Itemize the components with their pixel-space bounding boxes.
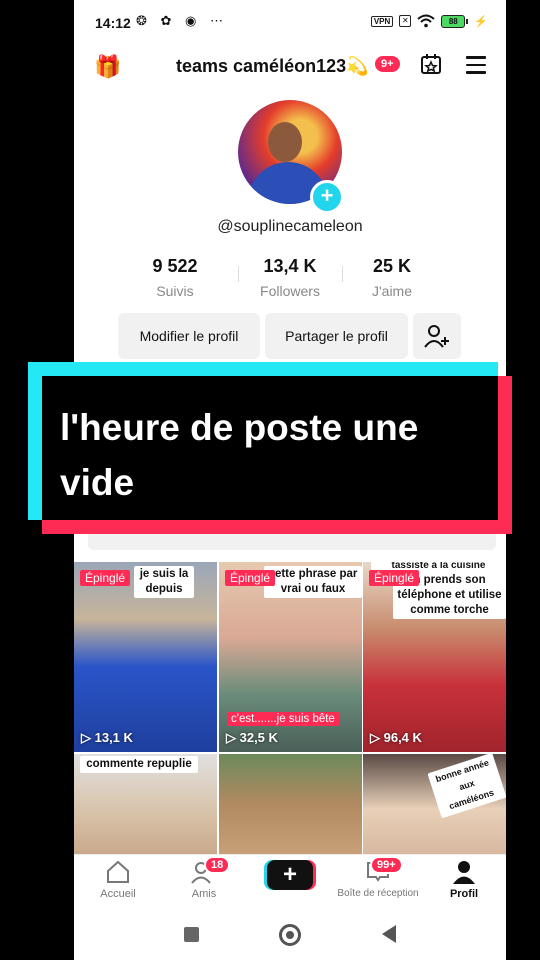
account-notification-badge: 9+ <box>375 56 400 72</box>
system-navigation-bar <box>74 910 506 960</box>
stat-followers[interactable]: 13,4 K Followers <box>240 256 340 299</box>
pinned-badge: Épinglé <box>80 570 131 586</box>
create-button[interactable]: + <box>267 860 313 890</box>
inbox-badge: 99+ <box>370 856 403 874</box>
nav-home[interactable]: Accueil <box>96 859 140 900</box>
video-views-value: 13,1 K <box>94 730 133 745</box>
battery-level: 88 <box>441 14 466 28</box>
profile-icon <box>453 861 475 884</box>
recent-apps-button[interactable] <box>184 927 199 942</box>
video-tile[interactable]: commente repuplie <box>74 754 217 854</box>
video-views-value: 32,5 K <box>239 730 278 745</box>
battery-icon: 88 <box>441 14 469 28</box>
home-icon <box>107 860 129 883</box>
video-caption: bonne année aux caméléons <box>427 754 506 819</box>
share-profile-button[interactable]: Partager le profil <box>265 313 408 359</box>
video-tile[interactable]: bonne année aux caméléons <box>363 754 506 854</box>
charging-icon: ⚡ <box>474 15 488 28</box>
overlay-caption: l'heure de poste une vide <box>60 407 419 503</box>
stat-followers-label: Followers <box>260 283 320 299</box>
pinned-badge: Épinglé <box>369 570 420 586</box>
add-user-icon <box>424 325 449 348</box>
stat-likes[interactable]: 25 K J'aime <box>342 256 442 299</box>
profile-handle: @souplinecameleon <box>217 218 363 235</box>
video-tile[interactable]: cette phrase par vrai ou faux Épinglé c'… <box>219 562 362 752</box>
add-story-icon[interactable]: + <box>310 180 344 214</box>
stat-following[interactable]: 9 522 Suivis <box>125 256 225 299</box>
video-views: ▷ 32,5 K <box>226 730 278 745</box>
video-tile[interactable]: je suis la depuis Épinglé ▷ 13,1 K <box>74 562 217 752</box>
nav-profile-label: Profil <box>449 888 479 900</box>
status-notification-icons: ❂ ✿ ◉ ⋯ <box>136 13 228 28</box>
video-views: ▷ 13,1 K <box>81 730 133 745</box>
video-tile[interactable]: tassiste à la cuisine h prends son télép… <box>363 562 506 752</box>
stat-likes-label: J'aime <box>371 283 413 299</box>
add-friend-button[interactable] <box>413 313 461 359</box>
status-time: 14:12 <box>95 15 131 31</box>
video-caption: je suis la depuis <box>134 566 194 598</box>
stat-likes-value: 25 K <box>372 256 412 276</box>
profile-top-bar: 🎁 teams caméléon123💫 9+ <box>74 46 506 86</box>
nav-profile[interactable]: Profil <box>442 859 486 900</box>
video-tile[interactable] <box>219 754 362 854</box>
video-subtitle: c'est.......je suis bête <box>227 712 339 726</box>
bottom-navigation: Accueil Amis 18 + Boîte de réception 99+… <box>74 854 506 911</box>
vpn-icon: VPN <box>370 15 394 27</box>
account-switcher[interactable]: teams caméléon123💫 <box>176 56 369 77</box>
video-views: ▷ 96,4 K <box>370 730 422 745</box>
nav-inbox-label: Boîte de réception <box>337 888 419 899</box>
nav-home-label: Accueil <box>100 888 136 900</box>
no-sim-icon: ✕ <box>399 15 412 27</box>
text-overlay-banner: l'heure de poste une vide <box>28 362 512 534</box>
status-right: VPN ✕ 88 ⚡ <box>370 14 488 28</box>
video-grid: je suis la depuis Épinglé ▷ 13,1 K cette… <box>74 562 506 854</box>
video-views-value: 96,4 K <box>383 730 422 745</box>
pinned-badge: Épinglé <box>225 570 276 586</box>
friends-badge: 18 <box>204 856 231 874</box>
edit-profile-button[interactable]: Modifier le profil <box>118 313 260 359</box>
wifi-icon <box>417 14 435 28</box>
video-caption: commente repuplie <box>80 756 198 773</box>
back-button[interactable] <box>380 924 398 944</box>
stat-following-label: Suivis <box>156 283 194 299</box>
menu-icon[interactable] <box>466 56 486 79</box>
stat-followers-value: 13,4 K <box>263 256 317 276</box>
nav-friends-label: Amis <box>191 888 217 900</box>
stat-following-value: 9 522 <box>152 256 198 276</box>
home-button[interactable] <box>279 924 301 946</box>
status-bar: 14:12 ❂ ✿ ◉ ⋯ VPN ✕ 88 ⚡ <box>74 0 506 46</box>
gift-icon[interactable]: 🎁 <box>94 54 121 80</box>
calendar-star-icon[interactable] <box>420 53 442 75</box>
video-caption: cette phrase par vrai ou faux <box>264 566 362 598</box>
